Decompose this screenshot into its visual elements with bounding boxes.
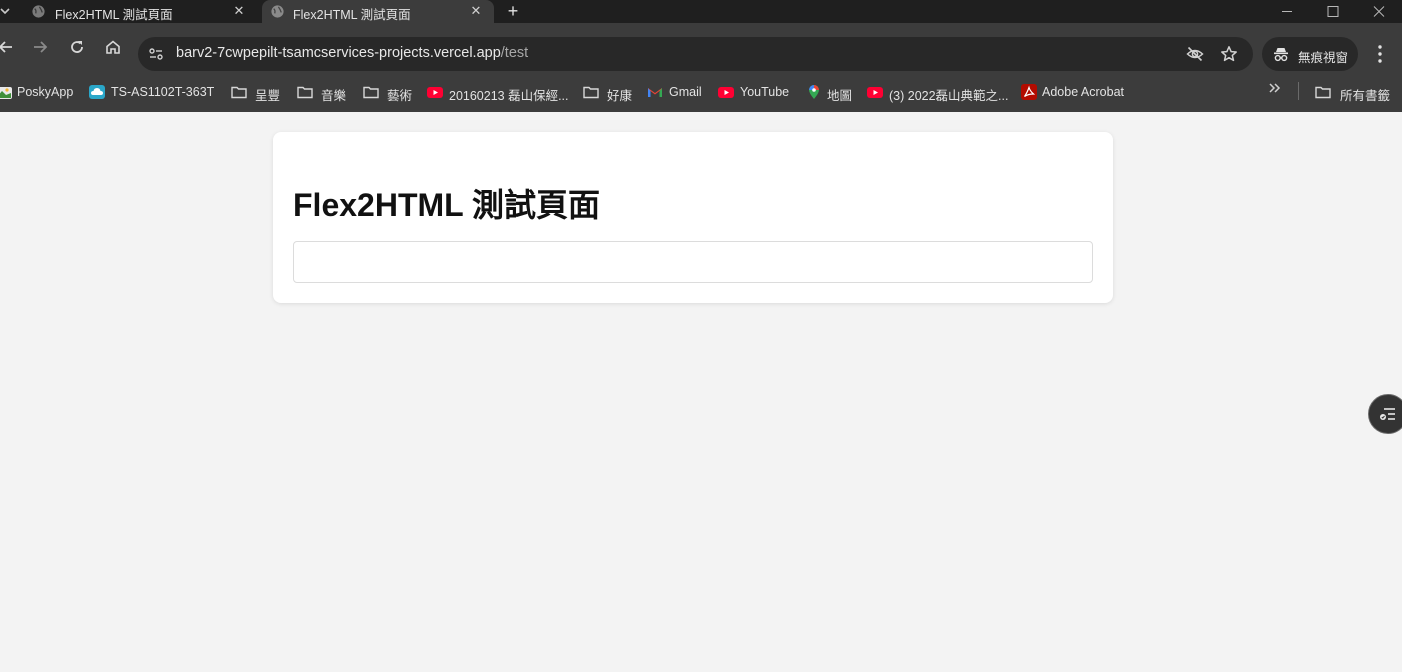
bookmark-gmail[interactable]: Gmail	[647, 83, 705, 101]
nas-icon	[89, 85, 105, 99]
folder-icon	[297, 86, 313, 99]
bookmark-folder[interactable]: 音樂	[297, 83, 349, 103]
page-title: Flex2HTML 測試頁面	[293, 187, 601, 223]
maximize-button[interactable]	[1310, 0, 1356, 23]
maps-icon	[809, 85, 819, 99]
back-button[interactable]	[0, 33, 20, 61]
more-bookmarks-chevron-icon[interactable]	[1268, 81, 1282, 99]
bookmark-label: 藝術	[387, 89, 413, 103]
tab-strip: Flex2HTML 測試頁面 ✕ Flex2HTML 測試頁面 ✕ +	[0, 0, 1402, 23]
arrow-right-icon	[34, 41, 48, 53]
bookmark-ts-as1102t[interactable]: TS-AS1102T-363T	[89, 83, 219, 101]
bookmarks-bar: PoskyApp TS-AS1102T-363T 呈豐 音樂 藝術 201602…	[0, 72, 1402, 112]
bookmark-youtube-video[interactable]: (3) 2022磊山典範之...	[867, 83, 1011, 103]
arrow-left-icon	[0, 41, 12, 53]
text-input[interactable]	[293, 241, 1093, 283]
browser-toolbar: barv2-7cwpepilt-tsamcservices-projects.v…	[0, 23, 1402, 72]
youtube-icon	[867, 87, 883, 98]
forward-button[interactable]	[26, 33, 54, 61]
incognito-label: 無痕視窗	[1298, 51, 1349, 65]
more-vertical-icon	[1378, 45, 1382, 63]
bookmark-label: 20160213 磊山保經...	[449, 89, 569, 103]
bookmark-label: Gmail	[669, 85, 702, 99]
bookmark-poskyapp[interactable]: PoskyApp	[0, 83, 76, 101]
bookmarks-divider	[1298, 82, 1299, 100]
minimize-icon	[1282, 11, 1292, 12]
side-panel-button[interactable]	[1368, 394, 1402, 434]
bookmark-label: 地圖	[827, 89, 853, 103]
all-bookmarks-button[interactable]: 所有書籤	[1315, 83, 1395, 103]
chevron-down-icon	[0, 8, 10, 15]
url-host: barv2-7cwpepilt-tsamcservices-projects.v…	[176, 45, 501, 61]
tab-title: Flex2HTML 測試頁面	[293, 8, 411, 22]
browser-tab[interactable]: Flex2HTML 測試頁面 ✕	[18, 0, 256, 23]
eye-off-icon[interactable]	[1186, 45, 1204, 63]
gmail-icon	[648, 88, 662, 97]
tab-title: Flex2HTML 測試頁面	[55, 8, 173, 22]
incognito-icon	[1274, 48, 1288, 62]
bookmark-label: 所有書籤	[1340, 89, 1391, 103]
url-path: /test	[500, 45, 529, 61]
home-icon	[106, 40, 120, 54]
home-button[interactable]	[99, 33, 127, 61]
bookmark-folder[interactable]: 呈豐	[231, 83, 283, 103]
youtube-icon	[718, 87, 734, 98]
bookmark-label: TS-AS1102T-363T	[111, 85, 215, 99]
bookmark-label: 音樂	[321, 89, 347, 103]
site-info-icon[interactable]	[148, 46, 164, 62]
bookmark-youtube-video[interactable]: 20160213 磊山保經...	[427, 83, 572, 103]
poskyapp-icon	[0, 87, 12, 99]
reload-icon	[71, 41, 83, 53]
close-tab-icon[interactable]: ✕	[469, 2, 483, 20]
reload-button[interactable]	[63, 33, 91, 61]
minimize-button[interactable]	[1264, 0, 1310, 23]
reading-list-icon	[1380, 408, 1395, 420]
acrobat-icon	[1021, 84, 1037, 100]
new-tab-button[interactable]: +	[504, 1, 522, 21]
bookmark-label: (3) 2022磊山典範之...	[889, 89, 1009, 103]
folder-icon	[583, 86, 599, 99]
folder-icon	[363, 86, 379, 99]
browser-tab-active[interactable]: Flex2HTML 測試頁面 ✕	[262, 0, 494, 23]
bookmark-folder[interactable]: 藝術	[363, 83, 415, 103]
maximize-icon	[1327, 6, 1339, 17]
browser-menu-button[interactable]	[1370, 43, 1390, 65]
close-icon	[1373, 6, 1385, 17]
globe-icon	[271, 5, 284, 18]
bookmark-label: PoskyApp	[17, 85, 74, 99]
bookmark-label: Adobe Acrobat	[1042, 85, 1125, 99]
bookmark-star-icon[interactable]	[1220, 45, 1238, 63]
bookmark-adobe-acrobat[interactable]: Adobe Acrobat	[1021, 83, 1133, 101]
bookmark-maps[interactable]: 地圖	[806, 83, 856, 103]
close-tab-icon[interactable]: ✕	[232, 2, 246, 20]
bookmark-label: YouTube	[740, 85, 790, 99]
bookmark-label: 好康	[607, 89, 633, 103]
youtube-icon	[427, 87, 443, 98]
bookmark-youtube[interactable]: YouTube	[718, 83, 792, 101]
double-chevron-right-icon	[1269, 83, 1281, 93]
tab-search-button[interactable]	[0, 3, 10, 19]
content-card: Flex2HTML 測試頁面	[273, 132, 1113, 303]
folder-icon	[1315, 86, 1331, 99]
folder-icon	[231, 86, 247, 99]
bookmark-label: 呈豐	[255, 89, 281, 103]
close-window-button[interactable]	[1356, 0, 1402, 23]
address-bar[interactable]: barv2-7cwpepilt-tsamcservices-projects.v…	[138, 37, 1253, 71]
incognito-indicator[interactable]: 無痕視窗	[1262, 37, 1358, 71]
url-text[interactable]: barv2-7cwpepilt-tsamcservices-projects.v…	[176, 45, 528, 61]
globe-icon	[32, 5, 45, 18]
bookmark-folder[interactable]: 好康	[583, 83, 635, 103]
